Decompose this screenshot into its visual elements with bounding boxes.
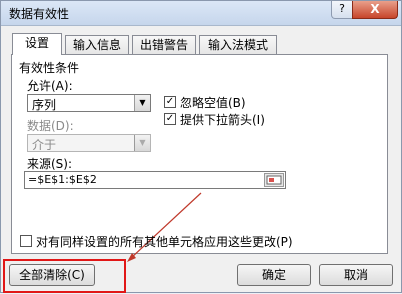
tab-settings[interactable]: 设置: [12, 33, 62, 55]
apply-all-label: 对有同样设置的所有其他单元格应用这些更改(P): [36, 235, 293, 249]
data-validation-dialog: 数据有效性 ? X 设置 输入信息 出错警告 输入法模式 有效性条件 允许(A)…: [0, 0, 402, 293]
highlight-box: [3, 259, 126, 293]
ok-button[interactable]: 确定: [237, 264, 311, 286]
cancel-button[interactable]: 取消: [319, 264, 393, 286]
apply-all-checkbox[interactable]: [20, 235, 32, 247]
